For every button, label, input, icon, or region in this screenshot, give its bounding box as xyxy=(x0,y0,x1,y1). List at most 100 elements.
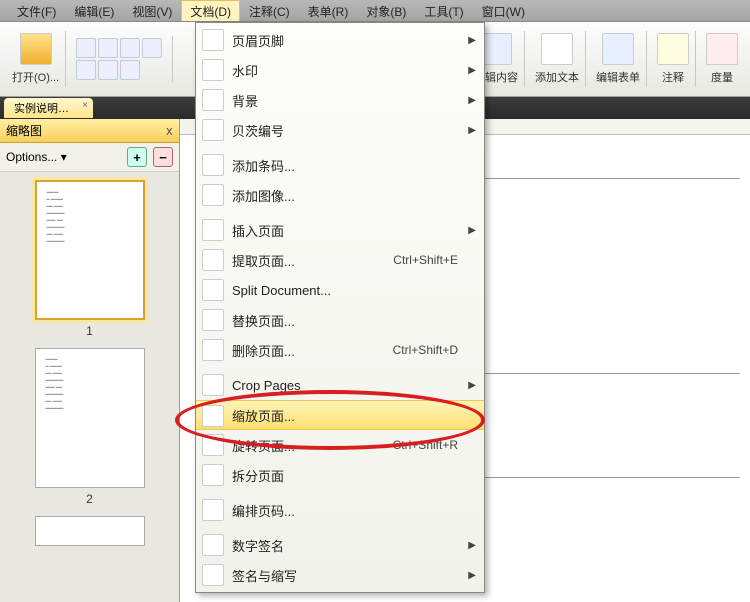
ribbon-group-quick xyxy=(70,36,173,82)
menu-item-label: 旋转页面... xyxy=(232,436,295,455)
menu-bar: 文件(F)编辑(E)视图(V)文档(D)注释(C)表单(R)对象(B)工具(T)… xyxy=(0,0,750,22)
document-tab[interactable]: 实例说明… × xyxy=(4,98,93,118)
ribbon-group-addtext[interactable]: 添加文本 xyxy=(529,31,586,87)
menu-item-shortcut: Ctrl+Shift+E xyxy=(393,253,458,267)
annotate-label: 注释 xyxy=(662,69,684,85)
menu-item[interactable]: 插入页面 ▶ xyxy=(196,215,484,245)
menu-item[interactable]: 签名与缩写▶ xyxy=(196,560,484,590)
thumbnails-sidebar: 缩略图 x Options... ▾ + − ━━━━━ ━━━━━━ ━━━━… xyxy=(0,119,180,602)
menu-item[interactable]: 窗口(W) xyxy=(473,0,534,21)
menu-item-icon xyxy=(202,434,224,456)
thumbnails-list: ━━━━━ ━━━━━━ ━━━━━━━━━━━━ ━━━━━━━━━━ ━━━… xyxy=(0,172,179,602)
menu-item-label: 提取页面... xyxy=(232,251,295,270)
menu-item-label: 背景 xyxy=(232,91,258,110)
menu-item[interactable]: 拆分页面 xyxy=(196,460,484,490)
menu-item-icon xyxy=(202,374,224,396)
menu-item[interactable]: 视图(V) xyxy=(123,0,181,21)
menu-item[interactable]: 提取页面... Ctrl+Shift+E xyxy=(196,245,484,275)
page-thumbnail[interactable] xyxy=(35,516,145,546)
menu-item-icon xyxy=(202,405,224,427)
menu-item-shortcut: Ctrl+Shift+R xyxy=(393,438,458,452)
menu-item-icon xyxy=(202,534,224,556)
add-text-icon xyxy=(541,33,573,65)
menu-item[interactable]: 文件(F) xyxy=(8,0,65,21)
measure-icon xyxy=(706,33,738,65)
annotate-icon xyxy=(657,33,689,65)
zoom-out-button[interactable]: − xyxy=(153,147,173,167)
submenu-arrow-icon: ▶ xyxy=(468,35,476,46)
menu-item-label: 删除页面... xyxy=(232,341,295,360)
menu-item-shortcut: Ctrl+Shift+D xyxy=(393,343,458,357)
menu-item-label: 签名与缩写 xyxy=(232,566,297,585)
menu-item[interactable]: 注释(C) xyxy=(240,0,299,21)
submenu-arrow-icon: ▶ xyxy=(468,225,476,236)
menu-item-icon xyxy=(202,89,224,111)
submenu-arrow-icon: ▶ xyxy=(468,95,476,106)
menu-item-label: 数字签名 xyxy=(232,536,284,555)
document-menu-dropdown: 页眉页脚▶水印▶背景▶贝茨编号▶添加条码...添加图像...插入页面▶提取页面.… xyxy=(195,22,485,593)
menu-item-icon xyxy=(202,119,224,141)
menu-item-icon xyxy=(202,249,224,271)
menu-item-icon xyxy=(202,499,224,521)
ribbon-group-measure[interactable]: 度量 xyxy=(700,31,744,87)
save-icon[interactable] xyxy=(76,38,96,58)
options-button[interactable]: Options... ▾ xyxy=(6,150,67,164)
menu-item[interactable]: 数字签名 ▶ xyxy=(196,530,484,560)
menu-item[interactable]: 表单(R) xyxy=(299,0,358,21)
menu-item[interactable]: 贝茨编号▶ xyxy=(196,115,484,145)
menu-item-label: 拆分页面 xyxy=(232,466,284,485)
submenu-arrow-icon: ▶ xyxy=(468,540,476,551)
menu-item-icon xyxy=(202,154,224,176)
page-thumbnail[interactable]: ━━━━━ ━━━━━━ ━━━━━━━━━━━━ ━━━━━━━━━━ ━━━… xyxy=(35,348,145,488)
menu-item-label: 插入页面 xyxy=(232,221,284,240)
ribbon-group-editform[interactable]: 编辑表单 xyxy=(590,31,647,87)
printer-icon[interactable] xyxy=(76,60,96,80)
menu-item[interactable]: 缩放页面... xyxy=(196,400,484,430)
page-number-label: 1 xyxy=(12,324,167,338)
page-thumbnail[interactable]: ━━━━━ ━━━━━━ ━━━━━━━━━━━━ ━━━━━━━━━━ ━━━… xyxy=(35,180,145,320)
menu-item-icon xyxy=(202,59,224,81)
folder-open-icon[interactable] xyxy=(20,33,52,65)
menu-item-label: Crop Pages xyxy=(232,378,301,393)
menu-item[interactable]: 背景 ▶ xyxy=(196,85,484,115)
menu-item[interactable]: 旋转页面... Ctrl+Shift+R xyxy=(196,430,484,460)
menu-item[interactable]: 对象(B) xyxy=(357,0,415,21)
menu-item-label: 编排页码... xyxy=(232,501,295,520)
page-number-label: 2 xyxy=(12,492,167,506)
menu-item[interactable]: 文档(D) xyxy=(181,0,240,21)
zoom-in-button[interactable]: + xyxy=(127,147,147,167)
menu-item[interactable]: 添加图像... xyxy=(196,180,484,210)
undo-icon[interactable] xyxy=(98,60,118,80)
menu-item-icon xyxy=(202,564,224,586)
menu-item[interactable]: Crop Pages▶ xyxy=(196,370,484,400)
menu-item-label: 添加条码... xyxy=(232,156,295,175)
menu-item[interactable]: 工具(T) xyxy=(415,0,472,21)
print-icon[interactable] xyxy=(98,38,118,58)
ribbon-group-annotate[interactable]: 注释 xyxy=(651,31,696,87)
menu-item[interactable]: 添加条码... xyxy=(196,150,484,180)
menu-item[interactable]: 页眉页脚▶ xyxy=(196,25,484,55)
submenu-arrow-icon: ▶ xyxy=(468,125,476,136)
menu-item-icon xyxy=(202,279,224,301)
menu-item[interactable]: 编排页码... xyxy=(196,495,484,525)
menu-item[interactable]: 替换页面... xyxy=(196,305,484,335)
sidebar-close-icon[interactable]: x xyxy=(166,124,173,138)
menu-item[interactable]: Split Document... xyxy=(196,275,484,305)
menu-item-icon xyxy=(202,464,224,486)
open-label[interactable]: 打开(O)... xyxy=(12,69,59,85)
menu-item-icon xyxy=(202,219,224,241)
menu-item[interactable]: 编辑(E) xyxy=(65,0,123,21)
menu-item[interactable]: 删除页面... Ctrl+Shift+D xyxy=(196,335,484,365)
email-icon[interactable] xyxy=(142,38,162,58)
scan-icon[interactable] xyxy=(120,38,140,58)
redo-icon[interactable] xyxy=(120,60,140,80)
menu-item-label: 替换页面... xyxy=(232,311,295,330)
menu-item[interactable]: 水印▶ xyxy=(196,55,484,85)
menu-item-icon xyxy=(202,184,224,206)
measure-label: 度量 xyxy=(711,69,733,85)
close-tab-icon[interactable]: × xyxy=(82,100,88,111)
menu-item-icon xyxy=(202,29,224,51)
menu-item-label: 缩放页面... xyxy=(232,406,295,425)
menu-item-icon xyxy=(202,309,224,331)
menu-item-icon xyxy=(202,339,224,361)
